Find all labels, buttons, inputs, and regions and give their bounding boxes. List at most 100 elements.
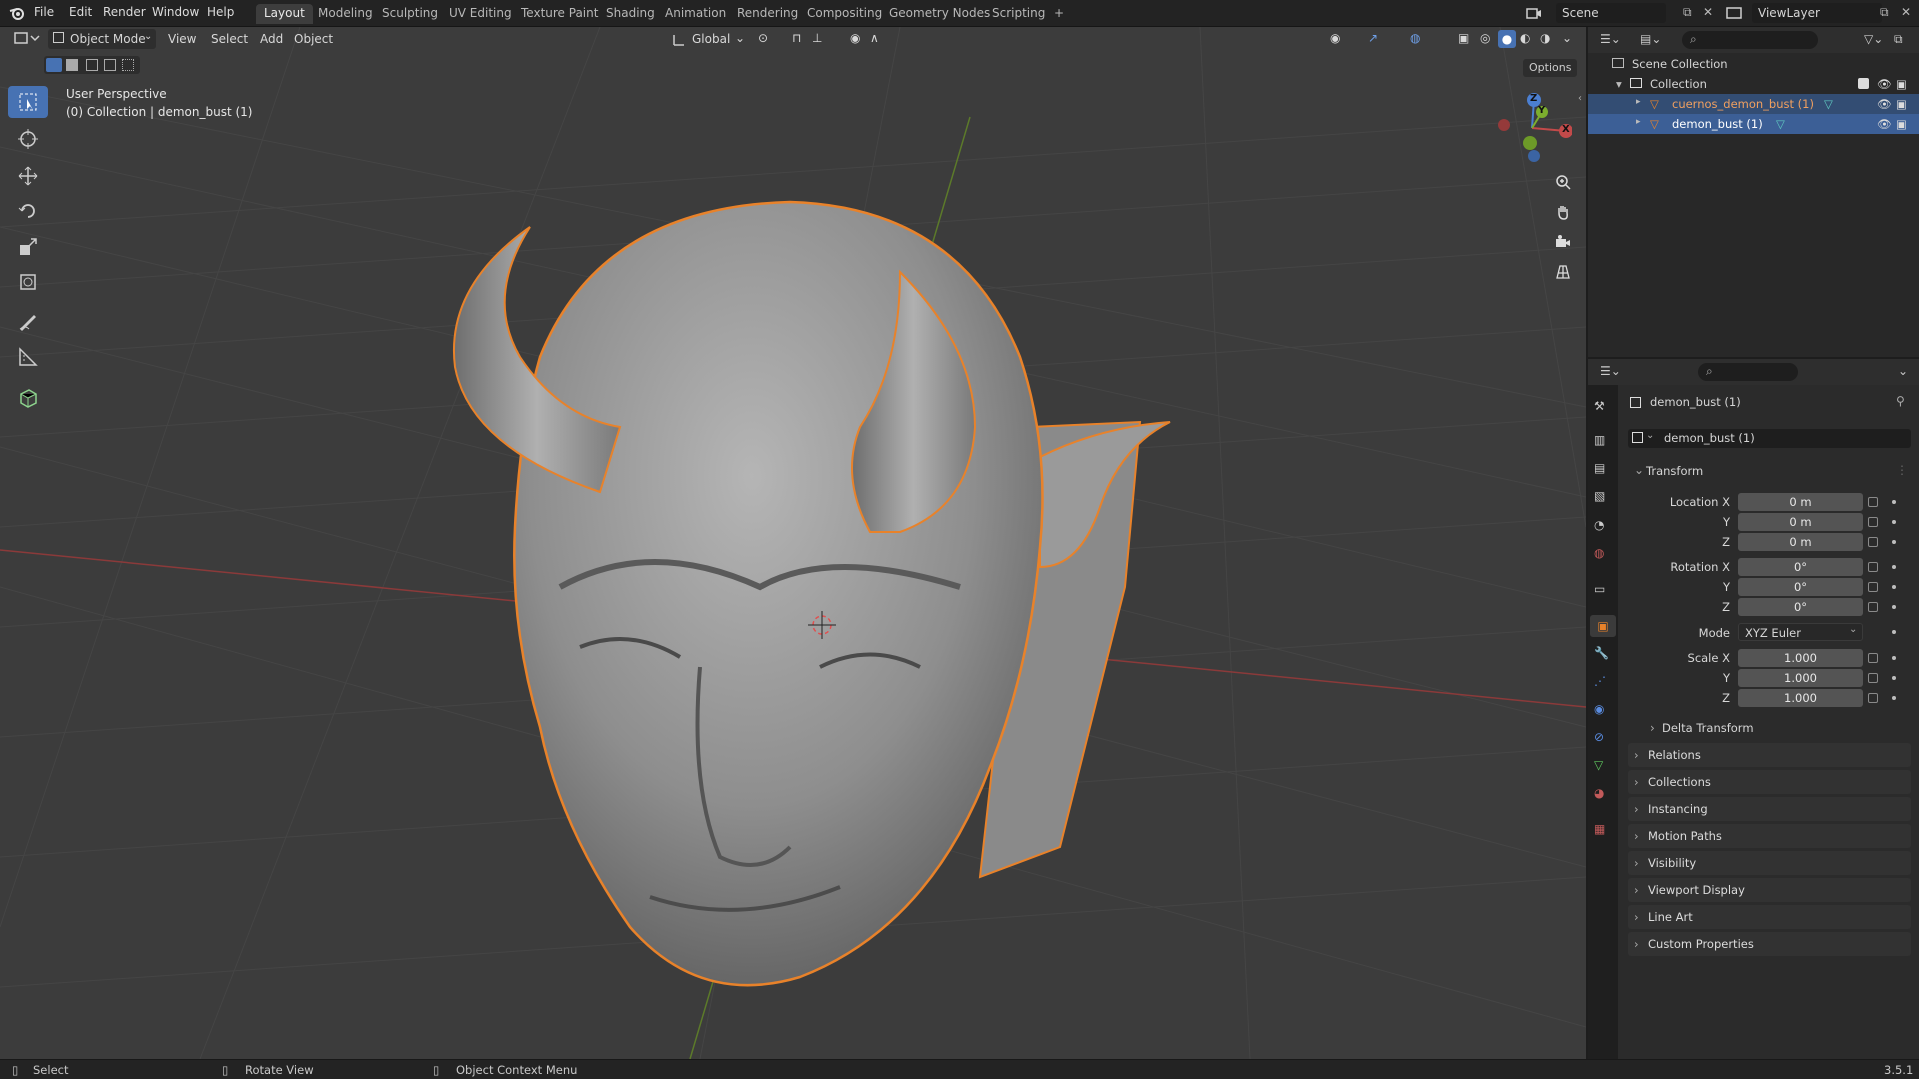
lock-icon[interactable] <box>1868 693 1878 703</box>
collection-tab-icon[interactable]: ▭ <box>1594 582 1612 600</box>
3d-viewport[interactable] <box>0 27 1586 1059</box>
expand-arrow-icon[interactable]: ▾ <box>1616 77 1622 91</box>
rotation-x-field[interactable]: 0° <box>1738 558 1863 576</box>
menu-help[interactable]: Help <box>207 5 234 19</box>
scene-tab-icon[interactable]: ◔ <box>1594 518 1612 536</box>
add-cube-tool[interactable] <box>8 381 48 413</box>
falloff-icon[interactable]: ∧ <box>870 31 879 45</box>
move-tool[interactable] <box>8 160 48 192</box>
lock-icon[interactable] <box>1868 517 1878 527</box>
scale-tool[interactable] <box>8 231 48 263</box>
expand-arrow-icon[interactable]: ▸ <box>1636 117 1641 127</box>
motion-paths-section[interactable]: › Motion Paths <box>1628 824 1911 848</box>
view-layer-icon[interactable] <box>1726 6 1744 20</box>
output-tab-icon[interactable]: ▤ <box>1594 461 1612 479</box>
keyframe-dot-icon[interactable] <box>1892 520 1896 524</box>
chevron-down-icon[interactable]: ⌄ <box>735 31 745 45</box>
transform-panel-header[interactable]: ⌄ Transform ⋮ <box>1628 460 1911 482</box>
view-layer-selector[interactable]: ViewLayer <box>1752 3 1882 23</box>
tab-sculpting[interactable]: Sculpting <box>374 4 446 24</box>
tab-shading[interactable]: Shading <box>598 4 663 24</box>
outliner-editor-type-icon[interactable]: ☰⌄ <box>1600 32 1621 46</box>
keyframe-dot-icon[interactable] <box>1892 605 1896 609</box>
outliner-search-input[interactable]: ⌕ <box>1682 31 1818 49</box>
menu-view[interactable]: View <box>168 32 196 46</box>
scene-selector[interactable]: Scene <box>1556 3 1666 23</box>
visibility-section[interactable]: › Visibility <box>1628 851 1911 875</box>
select-extend-icon[interactable] <box>66 59 78 71</box>
tab-layout[interactable]: Layout <box>256 4 313 24</box>
rotation-z-field[interactable]: 0° <box>1738 598 1863 616</box>
rotate-tool[interactable] <box>8 195 48 227</box>
transform-orientation-selector[interactable]: Global <box>692 32 730 46</box>
blender-logo-icon[interactable] <box>9 5 25 21</box>
snap-target-icon[interactable]: ⊥ <box>812 31 822 45</box>
constraints-tab-icon[interactable]: ⊘ <box>1594 730 1612 748</box>
keyframe-dot-icon[interactable] <box>1892 676 1896 680</box>
instancing-section[interactable]: › Instancing <box>1628 797 1911 821</box>
world-tab-icon[interactable]: ◍ <box>1594 546 1612 564</box>
render-tab-icon[interactable]: ▥ <box>1594 433 1612 451</box>
tab-animation[interactable]: Animation <box>657 4 734 24</box>
select-intersect-icon[interactable] <box>122 59 134 71</box>
menu-select[interactable]: Select <box>211 32 248 46</box>
outliner-row-demon-bust[interactable]: ▸ ▽ demon_bust (1) ▽ 👁 ▣ <box>1588 114 1919 134</box>
display-mode-icon[interactable]: ▤⌄ <box>1640 32 1661 46</box>
transform-tool[interactable] <box>8 266 48 298</box>
menu-add[interactable]: Add <box>260 32 283 46</box>
camera-icon[interactable]: ▣ <box>1896 77 1907 91</box>
scene-icon[interactable] <box>1526 6 1542 20</box>
keyframe-dot-icon[interactable] <box>1892 656 1896 660</box>
view-layer-tab-icon[interactable]: ▧ <box>1594 489 1612 507</box>
object-name-field[interactable]: ⌄ demon_bust (1) <box>1628 429 1911 448</box>
eye-icon[interactable]: 👁 <box>1877 77 1892 91</box>
cursor-tool[interactable] <box>8 123 48 155</box>
object-tab-icon[interactable]: ▣ <box>1590 615 1616 637</box>
camera-icon[interactable]: ▣ <box>1896 97 1907 111</box>
tool-tab-icon[interactable]: ⚒ <box>1594 399 1612 417</box>
proportional-edit-icon[interactable]: ◉ <box>850 31 860 45</box>
checkbox-icon[interactable] <box>1858 78 1869 89</box>
pin-icon[interactable]: ⚲ <box>1896 394 1905 408</box>
new-collection-icon[interactable]: ⧉ <box>1894 32 1903 47</box>
chevron-down-icon[interactable]: ⌄ <box>1898 364 1908 378</box>
viewport-display-section[interactable]: › Viewport Display <box>1628 878 1911 902</box>
lock-icon[interactable] <box>1868 537 1878 547</box>
collections-section[interactable]: › Collections <box>1628 770 1911 794</box>
shading-options-icon[interactable]: ⌄ <box>1562 31 1572 45</box>
lock-icon[interactable] <box>1868 497 1878 507</box>
tab-modeling[interactable]: Modeling <box>310 4 381 24</box>
rotation-y-field[interactable]: 0° <box>1738 578 1863 596</box>
lock-icon[interactable] <box>1868 673 1878 683</box>
modifier-tab-icon[interactable]: 🔧 <box>1594 646 1612 664</box>
annotate-tool[interactable] <box>8 306 48 338</box>
visibility-selector-icon[interactable]: ◉ <box>1330 31 1340 45</box>
keyframe-dot-icon[interactable] <box>1892 585 1896 589</box>
menu-render[interactable]: Render <box>103 5 146 19</box>
mode-selector[interactable]: Object Mode ⌄ <box>48 29 156 49</box>
perspective-toggle-icon[interactable] <box>1550 259 1576 285</box>
tab-uv-editing[interactable]: UV Editing <box>441 4 520 24</box>
select-new-icon[interactable] <box>46 58 62 72</box>
menu-edit[interactable]: Edit <box>69 5 92 19</box>
wireframe-shading-icon[interactable]: ◎ <box>1480 31 1490 45</box>
options-button[interactable]: Options <box>1523 59 1577 77</box>
filter-icon[interactable]: ▽⌄ <box>1864 32 1883 46</box>
eye-icon[interactable]: 👁 <box>1877 97 1892 111</box>
delete-view-layer-icon[interactable]: ✕ <box>1901 5 1911 19</box>
rotation-mode-select[interactable]: XYZ Euler ⌄ <box>1738 623 1863 641</box>
xray-toggle-icon[interactable]: ▣ <box>1458 31 1469 45</box>
particles-tab-icon[interactable]: ⋰ <box>1594 674 1612 692</box>
custom-properties-section[interactable]: › Custom Properties <box>1628 932 1911 956</box>
menu-file[interactable]: File <box>34 5 54 19</box>
pan-hand-icon[interactable] <box>1550 199 1576 225</box>
line-art-section[interactable]: › Line Art <box>1628 905 1911 929</box>
expand-arrow-icon[interactable]: ▸ <box>1636 97 1641 107</box>
outliner-row-scene-collection[interactable]: Scene Collection <box>1588 54 1919 74</box>
texture-tab-icon[interactable]: ▦ <box>1594 822 1612 840</box>
select-subtract-icon[interactable] <box>86 59 98 71</box>
rendered-shading-icon[interactable]: ◑ <box>1540 31 1550 45</box>
location-x-field[interactable]: 0 m <box>1738 493 1863 511</box>
pivot-point-icon[interactable]: ⊙ <box>758 31 768 45</box>
measure-tool[interactable] <box>8 341 48 373</box>
